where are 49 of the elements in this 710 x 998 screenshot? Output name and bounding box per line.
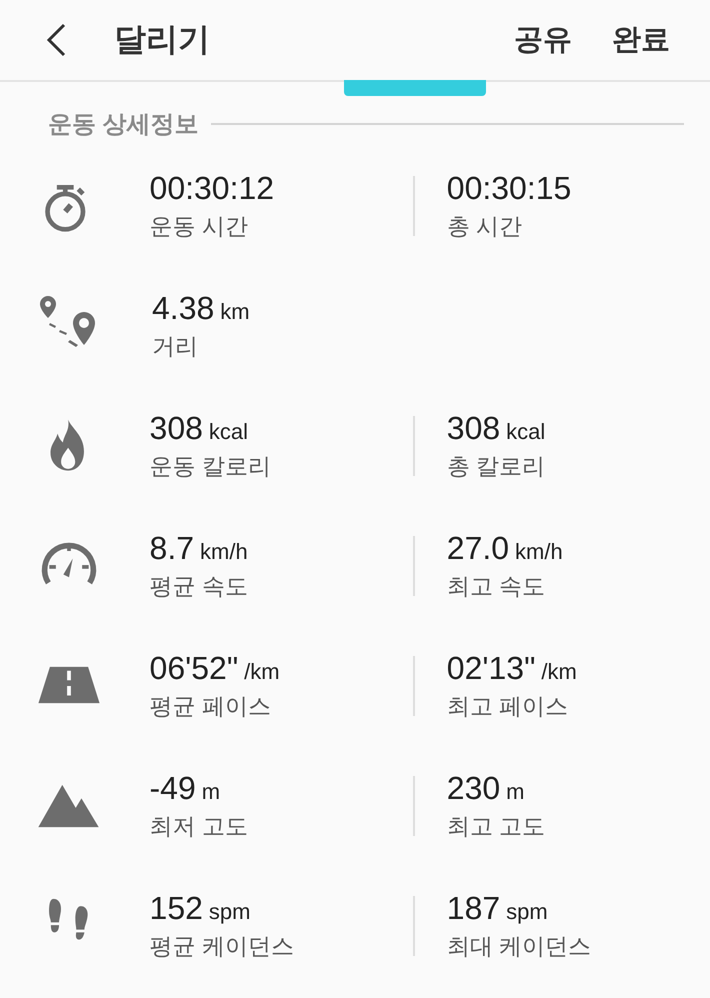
stat-value: 230 (446, 770, 500, 807)
stat-value: 308 (446, 410, 500, 447)
stat-value: 308 (150, 410, 203, 447)
stat-unit: /km (244, 659, 280, 685)
stat-label: 최저 고도 (150, 812, 249, 841)
stat-label: 총 칼로리 (446, 452, 546, 481)
stat-value: 187 (446, 890, 500, 927)
stopwatch-icon (44, 185, 86, 232)
stat-unit: km/h (515, 539, 563, 565)
stat-value: 00:30:12 (150, 170, 274, 207)
stat-label: 운동 시간 (150, 212, 249, 241)
footprints-icon (48, 898, 88, 940)
route-icon (40, 296, 95, 347)
stat-unit: km (220, 299, 250, 325)
speedometer-icon (42, 542, 96, 584)
stat-value: 152 (150, 890, 203, 927)
stat-label: 최고 페이스 (446, 692, 570, 721)
stat-label: 평균 케이던스 (150, 932, 295, 961)
stat-unit: spm (506, 899, 548, 925)
stat-unit: /km (541, 659, 577, 685)
back-button[interactable] (44, 22, 68, 58)
stat-label: 평균 페이스 (150, 692, 272, 721)
road-icon (38, 666, 100, 704)
stat-value: 06'52" (150, 650, 238, 687)
section-title: 운동 상세정보 (48, 110, 199, 140)
stat-label: 평균 속도 (150, 572, 249, 601)
stat-label: 거리 (152, 332, 199, 361)
action-button[interactable]: 완료 (612, 20, 670, 60)
stat-value: 4.38 (152, 290, 214, 327)
stat-label: 총 시간 (446, 212, 524, 241)
stat-unit: kcal (208, 419, 248, 445)
mountain-icon (38, 784, 98, 828)
stat-unit: m (202, 779, 220, 805)
flame-icon (50, 420, 84, 471)
stat-unit: spm (208, 899, 250, 925)
action-button[interactable]: 공유 (514, 20, 572, 60)
stat-unit: m (506, 779, 524, 805)
stat-value: 27.0 (446, 530, 510, 567)
stat-value: -49 (150, 770, 196, 807)
stat-unit: kcal (506, 419, 546, 445)
stat-value: 8.7 (150, 530, 194, 567)
stat-label: 최고 고도 (446, 812, 546, 841)
stat-label: 운동 칼로리 (150, 452, 272, 481)
stat-unit: km/h (200, 539, 248, 565)
stat-label: 최고 속도 (446, 572, 546, 601)
stat-value: 02'13" (446, 650, 536, 687)
stat-value: 00:30:15 (446, 170, 572, 207)
page-title: 달리기 (114, 20, 211, 59)
stat-label: 최대 케이던스 (446, 932, 592, 961)
